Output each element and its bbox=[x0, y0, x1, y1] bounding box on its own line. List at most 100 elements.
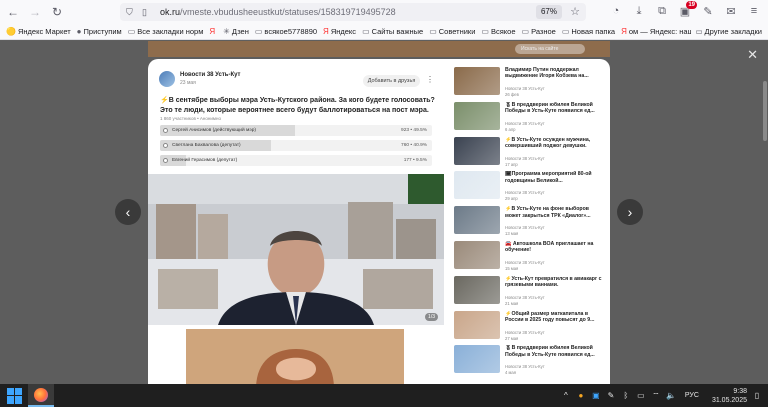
folder-icon: ▭ bbox=[362, 27, 370, 36]
snip-icon[interactable]: ▣ bbox=[591, 391, 601, 400]
reload-icon[interactable]: ↻ bbox=[48, 3, 66, 21]
url-domain: ok.ru bbox=[160, 7, 181, 17]
clock-time: 9:38 bbox=[733, 387, 747, 395]
news-title[interactable]: ⚡В Усть-Куте осужден мужчина, совершивши… bbox=[505, 137, 602, 150]
news-item[interactable]: 🎖В преддверии юбилея Великой Победы в Ус… bbox=[454, 101, 604, 134]
news-item[interactable]: 🚘 Автошкола ВОА приглашает на обучение! Н… bbox=[454, 241, 604, 273]
back-icon[interactable]: ← bbox=[4, 3, 22, 21]
post-title: ⚡В сентябре выборы мэра Усть-Кутского ра… bbox=[160, 97, 435, 114]
close-icon[interactable]: ✕ bbox=[747, 47, 758, 63]
folder-icon: ▭ bbox=[127, 27, 136, 36]
news-title[interactable]: 🎖В преддверии юбилея Великой Победы в Ус… bbox=[505, 345, 602, 358]
poll-option-value: 760 • 40.9% bbox=[401, 142, 427, 148]
post-photo[interactable]: 1/3 bbox=[148, 174, 444, 325]
extensions-icon[interactable]: ⧉ bbox=[654, 3, 670, 19]
news-thumbnail[interactable] bbox=[454, 275, 500, 304]
bookmark-4[interactable]: ✳ Дзен bbox=[223, 27, 249, 36]
news-title[interactable]: ⚡Общий размер маткапитала в России в 202… bbox=[505, 311, 602, 324]
notifications-tray-icon[interactable]: ▯ bbox=[752, 391, 762, 400]
news-thumbnail[interactable] bbox=[454, 345, 500, 374]
pen-icon[interactable]: ✎ bbox=[606, 391, 616, 400]
poll-option[interactable]: Сергей Анисимов (действующий мэр) 923 • … bbox=[160, 125, 432, 136]
radio-icon[interactable] bbox=[163, 158, 168, 163]
add-friend-button[interactable]: Добавить в друзья bbox=[363, 75, 420, 87]
news-title[interactable]: 🚘 Автошкола ВОА приглашает на обучение! bbox=[505, 241, 602, 254]
news-title[interactable]: ⚡В Усть-Куте на фоне выборов может закры… bbox=[505, 206, 602, 219]
other-bookmarks[interactable]: ▭ Другие закладки bbox=[691, 27, 762, 36]
news-thumbnail[interactable] bbox=[454, 206, 500, 235]
pocket-icon[interactable]: ◔ bbox=[608, 3, 624, 19]
site-search-input[interactable]: Искать на сайте bbox=[515, 44, 585, 54]
post-photo-2[interactable] bbox=[186, 329, 404, 384]
bookmark-2[interactable]: ▭ Все закладки норм bbox=[128, 27, 204, 36]
bookmark-1[interactable]: ● Приступим bbox=[77, 27, 122, 36]
news-item[interactable]: ⚡Общий размер маткапитала в России в 202… bbox=[454, 310, 604, 343]
news-date: 15 мая bbox=[505, 266, 519, 271]
news-title[interactable]: 🗓Программа мероприятий 80-ой годовщины В… bbox=[505, 171, 602, 184]
bookmark-star-icon[interactable]: ☆ bbox=[570, 5, 580, 18]
url-bar[interactable]: ⛉ ▯ ok.ru /vmeste.vbudusheeustkut/status… bbox=[120, 3, 586, 21]
news-date: 4 мая bbox=[505, 370, 516, 376]
news-item[interactable]: Владимир Путин поддержал выдвижение Игор… bbox=[454, 67, 604, 99]
bookmark-10[interactable]: ▭ Разное bbox=[522, 27, 556, 36]
news-thumbnail[interactable] bbox=[454, 101, 500, 130]
app-tray-icon[interactable]: ● bbox=[576, 391, 586, 400]
news-item[interactable]: ⚡В Усть-Куте осужден мужчина, совершивши… bbox=[454, 136, 604, 169]
language-indicator[interactable]: РУС bbox=[685, 392, 699, 399]
more-icon[interactable]: ⋮ bbox=[426, 75, 434, 84]
url-path: /vmeste.vbudusheeustkut/statuses/1583197… bbox=[180, 7, 396, 17]
news-source: Новости 38 Усть-Кут bbox=[505, 86, 545, 91]
news-item[interactable]: 🗓Программа мероприятий 80-ой годовщины В… bbox=[454, 171, 604, 203]
news-item[interactable]: ⚡В Усть-Куте на фоне выборов может закры… bbox=[454, 206, 604, 238]
group-name[interactable]: Новости 38 Усть-Кут bbox=[180, 72, 241, 78]
news-item[interactable]: 🎖В преддверии юбилея Великой Победы в Ус… bbox=[454, 345, 604, 377]
firefox-taskbar-button[interactable] bbox=[28, 384, 54, 407]
share-icon[interactable]: ✉ bbox=[723, 3, 739, 19]
taskbar: ^ ● ▣ ✎ ᛒ ▭ ⌔ 🔈 РУС 9:38 31.05.2025 ▯ bbox=[0, 384, 768, 407]
zen-icon: ✳ bbox=[223, 27, 230, 36]
chevron-up-icon[interactable]: ^ bbox=[561, 391, 571, 400]
radio-icon[interactable] bbox=[163, 128, 168, 133]
windows-start-icon[interactable] bbox=[7, 387, 23, 404]
network-icon[interactable]: ⌔ bbox=[651, 391, 661, 401]
scroll-thumb[interactable] bbox=[763, 81, 767, 141]
radio-icon[interactable] bbox=[163, 143, 168, 148]
photo-illustration bbox=[186, 329, 404, 384]
battery-icon[interactable]: ▭ bbox=[636, 391, 646, 400]
bluetooth-icon[interactable]: ᛒ bbox=[621, 391, 631, 400]
news-thumbnail[interactable] bbox=[454, 241, 500, 269]
page-icon[interactable]: ▯ bbox=[142, 7, 154, 18]
bookmark-7[interactable]: ▭ Сайты важные bbox=[362, 27, 423, 36]
notifications-icon[interactable]: ▣ 19 bbox=[677, 1, 697, 19]
news-title[interactable]: ⚡Усть-Кут превратился в авиакарг с грязе… bbox=[505, 276, 602, 289]
news-title[interactable]: Владимир Путин поддержал выдвижение Игор… bbox=[505, 67, 602, 80]
news-thumbnail[interactable] bbox=[454, 171, 500, 200]
news-title[interactable]: 🎖В преддверии юбилея Великой Победы в Ус… bbox=[505, 102, 602, 115]
prev-arrow-icon[interactable]: ‹ bbox=[115, 199, 141, 225]
zoom-indicator[interactable]: 67% bbox=[535, 5, 562, 19]
bookmark-5[interactable]: ▭ всякое5778890 bbox=[255, 27, 317, 36]
news-item[interactable]: ⚡Усть-Кут превратился в авиакарг с грязе… bbox=[454, 275, 604, 308]
bookmark-3[interactable]: Я bbox=[209, 27, 217, 36]
next-arrow-icon[interactable]: › bbox=[617, 199, 643, 225]
folder-icon: ▭ bbox=[561, 27, 570, 36]
news-thumbnail[interactable] bbox=[454, 310, 500, 339]
poll-option[interactable]: Евгений Герасимов (депутат) 177 • 9.5% bbox=[160, 155, 432, 166]
bookmark-11[interactable]: ▭ Новая папка bbox=[562, 27, 615, 36]
bookmark-9[interactable]: ▭ Всякое bbox=[481, 27, 515, 36]
poll-option[interactable]: Светлана Бахвалова (депутат) 760 • 40.9% bbox=[160, 140, 432, 151]
news-thumbnail[interactable] bbox=[454, 136, 500, 165]
clock[interactable]: 9:38 31.05.2025 bbox=[712, 387, 747, 405]
page-scrollbar[interactable] bbox=[762, 41, 768, 384]
bookmark-6[interactable]: Я Яндекс bbox=[323, 27, 356, 36]
shield-icon[interactable]: ⛉ bbox=[126, 7, 138, 18]
download-icon[interactable]: ⤓ bbox=[631, 3, 647, 19]
avatar[interactable] bbox=[159, 71, 175, 87]
menu-icon[interactable]: ≡ bbox=[746, 3, 762, 19]
forward-icon[interactable]: → bbox=[26, 3, 44, 21]
sync-icon[interactable]: ✎ bbox=[700, 3, 716, 19]
news-thumbnail[interactable] bbox=[454, 67, 500, 95]
bookmark-0[interactable]: 🟡 Яндекс Маркет bbox=[6, 27, 71, 36]
bookmark-8[interactable]: ▭ Советники bbox=[429, 27, 475, 36]
volume-icon[interactable]: 🔈 bbox=[666, 391, 676, 400]
